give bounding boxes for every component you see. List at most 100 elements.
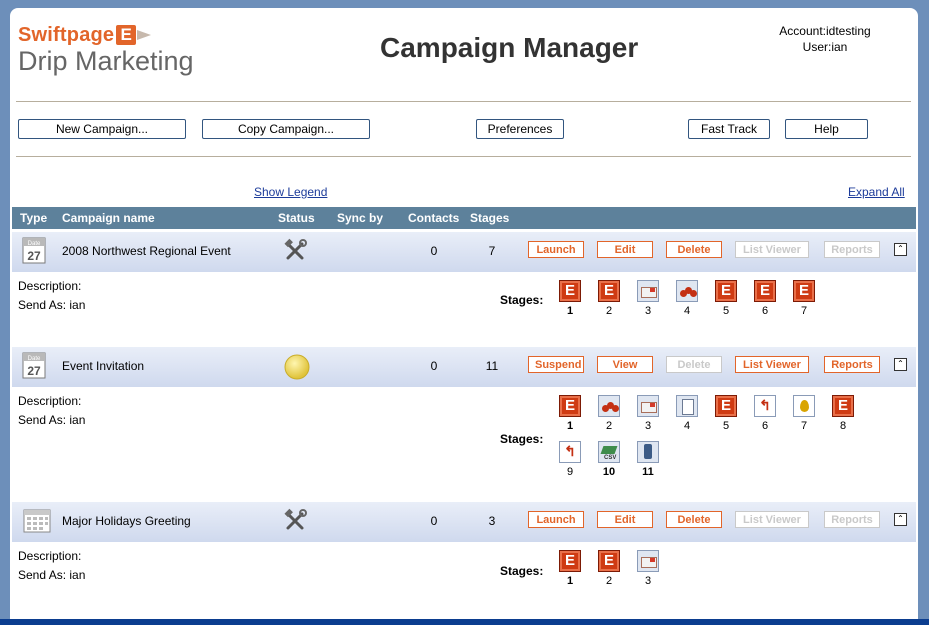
stage-item[interactable]: CSV 10 bbox=[596, 441, 622, 478]
calendar-icon bbox=[22, 507, 51, 535]
send-as-label: Send As: ian bbox=[18, 298, 86, 312]
suspend-button[interactable]: Suspend bbox=[528, 356, 584, 373]
stage-item[interactable]: 3 bbox=[635, 395, 661, 432]
edit-button[interactable]: Edit bbox=[597, 511, 653, 528]
email-stage-icon: E bbox=[754, 280, 776, 302]
stage-number: 6 bbox=[761, 305, 769, 317]
reports-button[interactable]: Reports bbox=[824, 241, 880, 258]
calendar-date-icon: Date 27 bbox=[22, 352, 48, 380]
collapse-icon[interactable]: ⌃ bbox=[894, 358, 907, 371]
stage-number: 6 bbox=[761, 420, 769, 432]
delete-button[interactable]: Delete bbox=[666, 511, 722, 528]
campaign-row[interactable]: Date 27 2008 Northwest Regional Event 0 … bbox=[12, 232, 916, 272]
branch-stage-icon: ↰ bbox=[559, 441, 581, 463]
campaign-name[interactable]: Major Holidays Greeting bbox=[62, 514, 191, 528]
fast-track-button[interactable]: Fast Track bbox=[688, 119, 770, 139]
stage-item[interactable]: E8 bbox=[830, 395, 856, 432]
description-label: Description: bbox=[18, 279, 82, 293]
stage-item[interactable]: 7 bbox=[791, 395, 817, 432]
stage-number: 2 bbox=[605, 420, 613, 432]
calendar-month-label: Date bbox=[28, 241, 41, 247]
stage-item[interactable]: E2 bbox=[596, 550, 622, 587]
new-campaign-button[interactable]: New Campaign... bbox=[18, 119, 186, 139]
help-button[interactable]: Help bbox=[785, 119, 868, 139]
stage-item[interactable]: 3 bbox=[635, 280, 661, 317]
stage-item[interactable]: E5 bbox=[713, 280, 739, 317]
campaign-stage-count: 11 bbox=[485, 359, 499, 373]
account-name: Account:idtesting bbox=[779, 24, 871, 38]
campaign-row[interactable]: Date 27 Event Invitation 0 11 Suspend Vi… bbox=[12, 347, 916, 387]
stage-item[interactable]: E1 bbox=[557, 280, 583, 317]
stage-number: 5 bbox=[722, 420, 730, 432]
campaign-details: Description: Send As: ian bbox=[18, 547, 85, 585]
campaign-contacts: 0 bbox=[430, 244, 438, 258]
campaign-table-header: Type Campaign name Status Sync by Contac… bbox=[12, 207, 916, 229]
expand-all-link[interactable]: Expand All bbox=[848, 185, 905, 199]
delete-button[interactable]: Delete bbox=[666, 241, 722, 258]
stage-number: 2 bbox=[605, 305, 613, 317]
campaign-stage-count: 7 bbox=[488, 244, 496, 258]
view-button[interactable]: View bbox=[597, 356, 653, 373]
stage-item[interactable]: 3 bbox=[635, 550, 661, 587]
calendar-day-label: 27 bbox=[27, 364, 41, 378]
calendar-date-icon: Date 27 bbox=[22, 237, 48, 265]
launch-button[interactable]: Launch bbox=[528, 511, 584, 528]
stage-item[interactable]: ↰ 6 bbox=[752, 395, 778, 432]
stages-label: Stages: bbox=[500, 564, 544, 578]
reports-button[interactable]: Reports bbox=[824, 511, 880, 528]
stage-item[interactable]: E1 bbox=[557, 550, 583, 587]
campaign-name[interactable]: Event Invitation bbox=[62, 359, 144, 373]
show-legend-link[interactable]: Show Legend bbox=[254, 185, 327, 199]
stage-item[interactable]: E2 bbox=[596, 280, 622, 317]
stage-item[interactable]: 11 bbox=[635, 441, 661, 478]
copy-campaign-button[interactable]: Copy Campaign... bbox=[202, 119, 370, 139]
email-stage-icon: E bbox=[598, 280, 620, 302]
email-stage-icon: E bbox=[832, 395, 854, 417]
logo-arrow-icon bbox=[137, 30, 152, 40]
stage-number: 7 bbox=[800, 420, 808, 432]
stage-item[interactable]: E5 bbox=[713, 395, 739, 432]
col-status: Status bbox=[278, 211, 315, 225]
stage-item[interactable]: ↰ 9 bbox=[557, 441, 583, 478]
campaign-row[interactable]: Major Holidays Greeting 0 3 Launch Edit … bbox=[12, 502, 916, 542]
reports-button[interactable]: Reports bbox=[824, 356, 880, 373]
calendar-month-label: Date bbox=[28, 356, 41, 362]
csv-label: CSV bbox=[604, 455, 617, 461]
preferences-button[interactable]: Preferences bbox=[476, 119, 564, 139]
campaign-name[interactable]: 2008 Northwest Regional Event bbox=[62, 244, 231, 258]
col-stages: Stages bbox=[470, 211, 510, 225]
campaign-contacts: 0 bbox=[430, 514, 438, 528]
stage-item[interactable]: 4 bbox=[674, 280, 700, 317]
email-stage-icon: E bbox=[715, 280, 737, 302]
delete-button[interactable]: Delete bbox=[666, 356, 722, 373]
campaign-details: Description: Send As: ian bbox=[18, 277, 85, 315]
send-as-label: Send As: ian bbox=[18, 413, 86, 427]
stage-item[interactable]: E7 bbox=[791, 280, 817, 317]
stage-number: 1 bbox=[566, 575, 574, 587]
logo-product-text: Drip Marketing bbox=[18, 46, 194, 76]
stage-item[interactable]: 2 bbox=[596, 395, 622, 432]
stage-number: 8 bbox=[839, 420, 847, 432]
list-viewer-button[interactable]: List Viewer bbox=[735, 356, 809, 373]
col-sync-by: Sync by bbox=[337, 211, 384, 225]
stage-number: 3 bbox=[644, 575, 652, 587]
col-contacts: Contacts bbox=[408, 211, 460, 225]
campaign-contacts: 0 bbox=[430, 359, 438, 373]
tools-icon bbox=[282, 508, 312, 536]
stage-item[interactable]: 4 bbox=[674, 395, 700, 432]
stage-item[interactable]: E1 bbox=[557, 395, 583, 432]
list-viewer-button[interactable]: List Viewer bbox=[735, 241, 809, 258]
collapse-icon[interactable]: ⌃ bbox=[894, 243, 907, 256]
collapse-icon[interactable]: ⌃ bbox=[894, 513, 907, 526]
postcard-stage-icon bbox=[637, 550, 659, 572]
stage-item[interactable]: E6 bbox=[752, 280, 778, 317]
col-campaign-name: Campaign name bbox=[62, 211, 155, 225]
edit-button[interactable]: Edit bbox=[597, 241, 653, 258]
tools-icon bbox=[282, 238, 312, 266]
email-stage-icon: E bbox=[598, 550, 620, 572]
logo-brand-text: Swiftpage bbox=[18, 24, 115, 46]
stage-number: 5 bbox=[722, 305, 730, 317]
list-viewer-button[interactable]: List Viewer bbox=[735, 511, 809, 528]
launch-button[interactable]: Launch bbox=[528, 241, 584, 258]
swiftpage-logo: Swiftpage E Drip Marketing bbox=[18, 24, 194, 76]
